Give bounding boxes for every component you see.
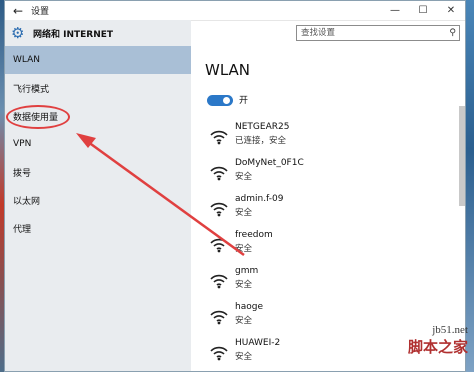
wifi-signal-icon (210, 130, 228, 145)
search-icon[interactable]: ⚲ (449, 26, 456, 40)
network-item[interactable]: freedom 安全 (205, 230, 405, 258)
sidebar-item-vpn[interactable]: VPN (5, 130, 191, 158)
back-arrow-icon[interactable]: ← (5, 4, 31, 18)
sidebar-item-airplane-mode[interactable]: 飞行模式 (5, 74, 191, 102)
watermark: jb51.net 脚本之家 (356, 324, 468, 357)
watermark-url: jb51.net (432, 324, 468, 336)
network-status: 安全 (235, 316, 253, 326)
search-placeholder: 查找设置 (301, 28, 336, 38)
minimize-icon[interactable]: — (381, 1, 409, 20)
scrollbar[interactable] (459, 106, 465, 206)
network-name: haoge (235, 302, 263, 312)
network-name: gmm (235, 266, 259, 276)
network-item[interactable]: admin.f-09 安全 (205, 194, 405, 222)
title-bar: ← 设置 — ☐ ✕ (5, 1, 465, 21)
sidebar-item-label: 飞行模式 (13, 84, 50, 95)
sidebar-item-dialup[interactable]: 拨号 (5, 158, 191, 186)
sidebar-item-label: 拨号 (13, 168, 32, 179)
network-status: 安全 (235, 352, 253, 362)
network-status: 已连接，安全 (235, 136, 287, 146)
network-name: freedom (235, 230, 273, 240)
sidebar-item-label: 以太网 (13, 196, 41, 207)
main-panel: WLAN 开 NETGEAR25 已连接，安全 DoMyNet_0F1C 安全 admi… (191, 46, 465, 371)
maximize-icon[interactable]: ☐ (409, 1, 437, 20)
settings-window: ← 设置 — ☐ ✕ ⚙ 网络和 INTERNET WLAN 飞行模式 数据使用… (4, 0, 466, 372)
search-input[interactable]: 查找设置 ⚲ (296, 25, 460, 41)
wifi-signal-icon (210, 346, 228, 361)
network-name: DoMyNet_0F1C (235, 158, 304, 168)
sidebar-item-label: VPN (13, 139, 32, 149)
sidebar-item-proxy[interactable]: 代理 (5, 214, 191, 242)
toggle-label: 开 (239, 96, 249, 106)
network-name: NETGEAR25 (235, 122, 290, 132)
sidebar-title: 网络和 INTERNET (33, 29, 114, 40)
wifi-signal-icon (210, 166, 228, 181)
annotation-circle (6, 105, 70, 129)
network-item[interactable]: NETGEAR25 已连接，安全 (205, 122, 405, 150)
sidebar-item-label: WLAN (13, 55, 41, 65)
network-status: 安全 (235, 280, 253, 290)
wifi-signal-icon (210, 310, 228, 325)
sidebar-item-label: 代理 (13, 224, 32, 235)
wlan-toggle[interactable] (207, 95, 233, 106)
wifi-signal-icon (210, 238, 228, 253)
network-status: 安全 (235, 208, 253, 218)
network-item[interactable]: gmm 安全 (205, 266, 405, 294)
sidebar-item-wlan[interactable]: WLAN (5, 46, 191, 74)
page-title: WLAN (205, 61, 251, 79)
network-name: HUAWEI-2 (235, 338, 281, 348)
network-status: 安全 (235, 244, 253, 254)
window-title: 设置 (31, 7, 50, 17)
sidebar-item-ethernet[interactable]: 以太网 (5, 186, 191, 214)
network-name: admin.f-09 (235, 194, 284, 204)
network-status: 安全 (235, 172, 253, 182)
watermark-brand: 脚本之家 (407, 338, 468, 356)
desktop-background-right (466, 0, 474, 372)
gear-icon: ⚙ (11, 24, 25, 42)
wifi-signal-icon (210, 202, 228, 217)
network-item[interactable]: DoMyNet_0F1C 安全 (205, 158, 405, 186)
sidebar: ⚙ 网络和 INTERNET WLAN 飞行模式 数据使用量 VPN 拨号 以太… (5, 20, 191, 371)
close-icon[interactable]: ✕ (437, 1, 465, 20)
sidebar-header: ⚙ 网络和 INTERNET (5, 20, 191, 46)
wifi-signal-icon (210, 274, 228, 289)
window-controls: — ☐ ✕ (381, 1, 465, 20)
